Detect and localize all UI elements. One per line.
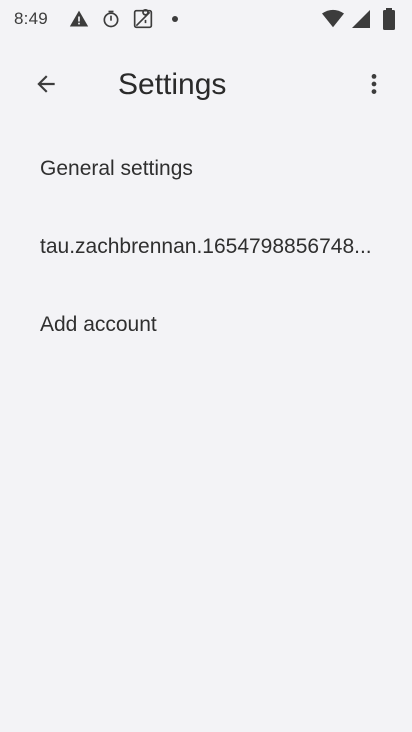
battery-icon xyxy=(378,8,400,30)
status-right-icons xyxy=(322,8,400,30)
cell-signal-icon xyxy=(350,8,372,30)
add-account-item[interactable]: Add account xyxy=(0,286,412,364)
alert-triangle-icon xyxy=(68,8,90,30)
list-item-label: Add account xyxy=(40,313,157,336)
timer-icon xyxy=(100,8,122,30)
more-vertical-icon xyxy=(361,71,387,102)
settings-list: General settings tau.zachbrennan.1654798… xyxy=(0,130,412,364)
more-options-button[interactable] xyxy=(350,62,398,110)
status-bar: 8:49 xyxy=(0,0,412,38)
location-off-icon xyxy=(132,8,154,30)
list-item-label: tau.zachbrennan.1654798856748... xyxy=(40,235,372,258)
back-button[interactable] xyxy=(22,62,70,110)
list-item-label: General settings xyxy=(40,157,193,180)
account-item[interactable]: tau.zachbrennan.1654798856748... xyxy=(0,208,412,286)
app-bar: Settings xyxy=(0,44,412,124)
wifi-icon xyxy=(322,8,344,30)
general-settings-item[interactable]: General settings xyxy=(0,130,412,208)
dot-icon xyxy=(164,8,186,30)
back-arrow-icon xyxy=(33,71,59,102)
page-title: Settings xyxy=(118,68,227,101)
status-left-icons xyxy=(68,8,186,30)
status-time: 8:49 xyxy=(14,9,48,28)
